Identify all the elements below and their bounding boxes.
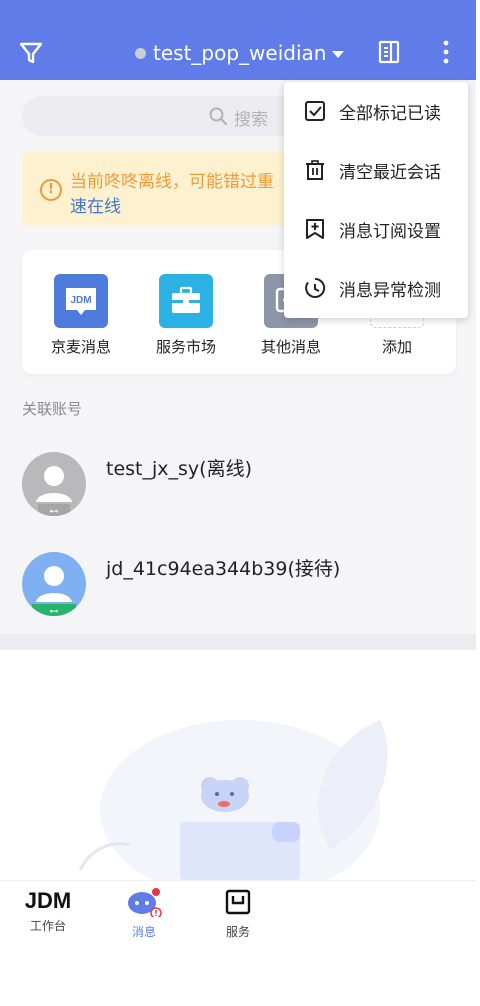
menu-item-mark-all-read[interactable]: 全部标记已读 [284,82,468,141]
messages-screen: test_pop_weidian 搜索 ! 当前咚咚离线，可能错过重 速在线 J… [0,0,476,950]
menu-item-label: 清空最近会话 [339,163,441,183]
search-placeholder: 搜索 [234,110,268,130]
account-name: test_pop_weidian [153,41,327,65]
section-divider [0,634,476,650]
linked-account-row[interactable]: ⊷ jd_41c94ea344b39(接待) [0,546,476,636]
message-bubble-icon: ! [128,888,162,919]
empty-state [0,650,476,900]
svg-text:⊷: ⊷ [50,607,59,616]
bottom-tab-bar: JDM 工作台 ! 消息 服务 [0,880,476,950]
svg-text:⊷: ⊷ [50,507,59,516]
menu-item-subscription-settings[interactable]: 消息订阅设置 [284,200,468,259]
more-menu: 全部标记已读 清空最近会话 消息订阅设置 消息异常检测 [284,82,468,318]
menu-item-anomaly-check[interactable]: 消息异常检测 [284,259,468,318]
tab-label: 服务 [225,925,250,939]
status-dot [135,47,146,59]
offline-text: 当前咚咚离线，可能错过重 [70,172,274,192]
account-name: jd_41c94ea344b39(接待) [106,558,341,580]
tab-workbench[interactable]: JDM 工作台 [8,887,88,934]
menu-item-label: 消息订阅设置 [339,222,441,242]
tab-messages[interactable]: ! 消息 [104,887,184,940]
filter-icon[interactable] [18,40,44,66]
unread-dot [152,888,160,896]
warning-icon: ! [40,179,62,201]
chevron-down-icon [332,50,345,58]
quick-entry-label: 服务市场 [155,338,216,356]
linked-accounts-label: 关联账号 [22,400,83,418]
avatar: ⊷ [22,552,86,616]
tab-services[interactable]: 服务 [198,887,278,940]
quick-entry-service-market[interactable]: 服务市场 [141,274,231,357]
search-icon [209,107,228,126]
quick-entry-label: 京麦消息 [50,338,111,356]
menu-item-label: 全部标记已读 [339,104,441,124]
bookmark-add-icon [306,219,324,239]
more-vertical-icon[interactable] [436,38,456,66]
tab-label: 消息 [131,925,156,939]
menu-item-label: 消息异常检测 [339,281,441,301]
quick-entry-jdm-message[interactable]: JDM 京麦消息 [36,274,126,357]
briefcase-icon [159,274,213,328]
service-box-icon [225,889,251,915]
diagnose-icon [305,277,326,298]
quick-entry-label: 其他消息 [260,338,321,356]
empty-illustration [78,720,388,900]
account-switcher[interactable]: test_pop_weidian [135,38,345,68]
jdm-icon-badge: JDM [70,295,91,306]
top-bar: test_pop_weidian [0,0,476,80]
check-square-icon [305,101,325,121]
quick-entry-label: 添加 [381,338,412,356]
panel-icon[interactable] [376,39,402,65]
avatar: ⊷ [22,452,86,516]
jdm-message-icon: JDM [54,274,108,328]
tab-label: 工作台 [29,919,66,933]
menu-item-clear-recent[interactable]: 清空最近会话 [284,141,468,200]
account-name: test_jx_sy(离线) [106,458,252,480]
linked-account-row[interactable]: ⊷ test_jx_sy(离线) [0,446,476,536]
jdm-logo: JDM [24,888,72,913]
go-online-link[interactable]: 速在线 [70,192,121,217]
trash-icon [306,160,324,180]
svg-text:!: ! [154,909,158,917]
